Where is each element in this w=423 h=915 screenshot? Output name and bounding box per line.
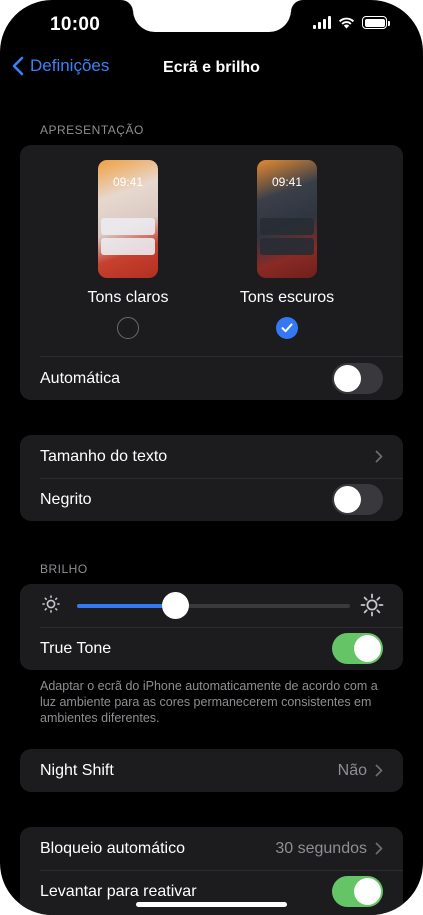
- bold-text-toggle[interactable]: [332, 484, 383, 515]
- checkmark-icon: [281, 323, 293, 333]
- night-shift-card: Night Shift Não: [20, 749, 403, 792]
- status-time: 10:00: [50, 14, 101, 35]
- cellular-signal-icon: [313, 16, 331, 29]
- night-shift-row[interactable]: Night Shift Não: [20, 749, 403, 792]
- bold-text-label: Negrito: [40, 490, 92, 508]
- light-preview-notification: [101, 238, 155, 255]
- brightness-slider-thumb[interactable]: [162, 592, 190, 619]
- dark-preview-time: 09:41: [271, 175, 303, 189]
- true-tone-toggle[interactable]: [332, 633, 383, 664]
- phone-screen: 10:00 Definições Ecrã e brilho APRESENTA…: [0, 0, 423, 915]
- automatic-row: Automática: [20, 357, 403, 400]
- automatic-toggle[interactable]: [332, 363, 383, 394]
- chevron-right-icon: [375, 842, 383, 855]
- dark-preview-thumbnail: 09:41: [257, 160, 317, 278]
- brightness-card: True Tone: [20, 584, 403, 670]
- raise-to-wake-label: Levantar para reativar: [40, 882, 197, 900]
- auto-lock-value: 30 segundos: [275, 839, 367, 857]
- text-size-label: Tamanho do texto: [40, 447, 168, 465]
- dark-radio-button[interactable]: [276, 317, 298, 339]
- page-title: Ecrã e brilho: [163, 59, 260, 76]
- text-card: Tamanho do texto Negrito: [20, 435, 403, 521]
- status-icons: [313, 16, 390, 29]
- light-preview-thumbnail: 09:41: [98, 160, 158, 278]
- navigation-bar: Definições Ecrã e brilho: [0, 52, 423, 86]
- brightness-slider-row: [20, 584, 403, 627]
- true-tone-label: True Tone: [40, 639, 112, 657]
- night-shift-label: Night Shift: [40, 761, 114, 779]
- auto-lock-label: Bloqueio automático: [40, 839, 185, 857]
- auto-lock-row[interactable]: Bloqueio automático 30 segundos: [20, 827, 403, 870]
- brightness-section-label: BRILHO: [40, 562, 88, 576]
- light-preview-time: 09:41: [112, 175, 144, 189]
- light-radio-button[interactable]: [117, 317, 139, 339]
- bold-text-row: Negrito: [20, 478, 403, 521]
- text-size-row[interactable]: Tamanho do texto: [20, 435, 403, 478]
- appearance-card: 09:41 Tons claros 09:41 Tons escuros Aut…: [20, 145, 403, 400]
- notch: [133, 0, 303, 32]
- dark-option-label: Tons escuros: [239, 289, 335, 306]
- sun-small-icon: [42, 595, 60, 613]
- sun-large-icon: [360, 593, 384, 617]
- brightness-slider[interactable]: [77, 592, 350, 619]
- true-tone-row: True Tone: [20, 627, 403, 670]
- true-tone-footnote: Adaptar o ecrã do iPhone automaticamente…: [40, 679, 378, 725]
- dark-preview-notification: [260, 238, 314, 255]
- dark-preview-notification: [260, 218, 314, 235]
- light-option-label: Tons claros: [87, 289, 169, 306]
- wifi-icon: [338, 17, 355, 29]
- appearance-section-label: APRESENTAÇÃO: [40, 123, 144, 137]
- automatic-label: Automática: [40, 369, 121, 387]
- light-preview-notification: [101, 218, 155, 235]
- home-indicator[interactable]: [136, 902, 287, 907]
- brightness-slider-fill: [77, 604, 176, 608]
- chevron-right-icon: [375, 450, 383, 463]
- chevron-right-icon: [375, 764, 383, 777]
- night-shift-value: Não: [337, 761, 367, 779]
- raise-to-wake-toggle[interactable]: [332, 876, 383, 907]
- battery-icon: [362, 16, 390, 29]
